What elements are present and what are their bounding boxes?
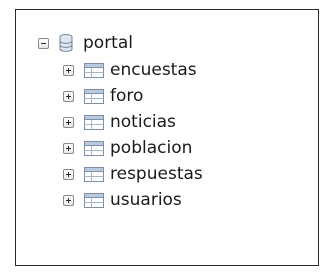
tree-node-foro[interactable]: foro bbox=[63, 83, 143, 109]
tree-node-portal[interactable]: portal bbox=[38, 30, 133, 56]
tree-node-label: encuestas bbox=[110, 60, 197, 80]
tree-node-respuestas[interactable]: respuestas bbox=[63, 161, 203, 187]
expand-toggle-icon[interactable] bbox=[63, 90, 74, 102]
expand-toggle-icon[interactable] bbox=[63, 168, 74, 180]
table-icon bbox=[84, 88, 104, 104]
table-icon bbox=[84, 114, 104, 130]
tree-node-poblacion[interactable]: poblacion bbox=[63, 135, 192, 161]
database-icon bbox=[59, 34, 73, 52]
table-icon bbox=[84, 62, 104, 78]
tree-node-noticias[interactable]: noticias bbox=[63, 109, 176, 135]
expand-toggle-icon[interactable] bbox=[63, 194, 74, 206]
tree-node-label: usuarios bbox=[110, 190, 182, 210]
database-tree-panel: portal encuestas foro noticias poblacion… bbox=[15, 9, 319, 266]
expand-toggle-icon[interactable] bbox=[63, 116, 74, 128]
tree-node-label: respuestas bbox=[110, 164, 203, 184]
expand-toggle-icon[interactable] bbox=[63, 64, 74, 76]
table-icon bbox=[84, 140, 104, 156]
tree-node-label: noticias bbox=[110, 112, 176, 132]
table-icon bbox=[84, 192, 104, 208]
tree-node-encuestas[interactable]: encuestas bbox=[63, 57, 197, 83]
tree-node-usuarios[interactable]: usuarios bbox=[63, 187, 182, 213]
expand-toggle-icon[interactable] bbox=[63, 142, 74, 154]
collapse-toggle-icon[interactable] bbox=[38, 37, 49, 49]
tree-node-label: poblacion bbox=[110, 138, 193, 158]
tree-node-label: foro bbox=[110, 86, 144, 106]
table-icon bbox=[84, 166, 104, 182]
tree-node-label: portal bbox=[83, 33, 133, 53]
